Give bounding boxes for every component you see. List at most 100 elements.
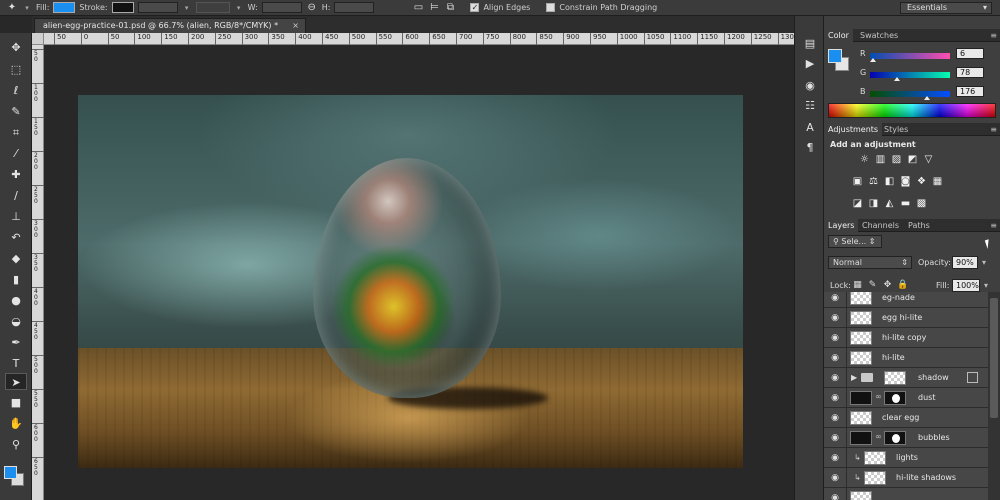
path-arrangement-icon[interactable]: ⧉: [444, 2, 456, 14]
blur-tool-icon[interactable]: ●: [5, 292, 27, 309]
rectangle-tool-icon[interactable]: ■: [5, 394, 27, 411]
layer-row[interactable]: ◉ hi-lite: [824, 348, 988, 368]
channel-mixer-icon[interactable]: ❖: [915, 176, 928, 188]
clone-stamp-tool-icon[interactable]: ⊥: [5, 208, 27, 225]
lock-position-icon[interactable]: ✥: [882, 280, 893, 291]
blend-mode-dropdown[interactable]: Normal ⇕: [828, 256, 912, 269]
gradient-tool-icon[interactable]: ▮: [5, 271, 27, 288]
fill-dropdown-icon[interactable]: ▾: [984, 281, 988, 290]
align-edges-checkbox[interactable]: ✓: [470, 3, 480, 12]
pen-tool-icon[interactable]: ✒: [5, 334, 27, 351]
red-value-field[interactable]: 6: [956, 48, 984, 59]
scrollbar-thumb[interactable]: [990, 298, 998, 418]
red-slider-thumb[interactable]: [870, 58, 876, 62]
fill-swatch[interactable]: [53, 2, 76, 13]
blue-value-field[interactable]: 176: [956, 86, 984, 97]
width-field[interactable]: [261, 2, 302, 13]
move-tool-icon[interactable]: ✥: [5, 39, 27, 56]
layer-group-row[interactable]: ◉ ▶ shadow: [824, 368, 988, 388]
eye-icon[interactable]: ◉: [829, 412, 841, 424]
color-lookup-icon[interactable]: ▦: [931, 176, 944, 188]
color-balance-icon[interactable]: ⚖: [867, 176, 880, 188]
quick-select-tool-icon[interactable]: ✎: [5, 103, 27, 120]
layer-row[interactable]: ◉: [824, 488, 988, 500]
eye-icon[interactable]: ◉: [829, 472, 841, 484]
opacity-dropdown-icon[interactable]: ▾: [982, 258, 986, 267]
path-operations-icon[interactable]: ▭: [412, 2, 424, 14]
photo-filter-icon[interactable]: ◙: [899, 176, 912, 188]
levels-icon[interactable]: ▥: [874, 154, 887, 166]
layer-row[interactable]: ◉ eg-nade: [824, 292, 988, 308]
curves-icon[interactable]: ▨: [890, 154, 903, 166]
eye-icon[interactable]: ◉: [829, 292, 841, 304]
canvas-area[interactable]: [44, 45, 794, 500]
opacity-field[interactable]: 90%: [952, 256, 978, 269]
ruler-origin[interactable]: [32, 33, 44, 45]
posterize-icon[interactable]: ◨: [867, 198, 880, 210]
info-panel-icon[interactable]: ☷: [801, 98, 819, 114]
constrain-path-checkbox[interactable]: [546, 3, 556, 12]
black-white-icon[interactable]: ◧: [883, 176, 896, 188]
layer-row[interactable]: ◉ ↳ hi-lite shadows: [824, 468, 988, 488]
blue-slider-thumb[interactable]: [924, 96, 930, 100]
blue-slider-track[interactable]: [870, 91, 950, 97]
eraser-tool-icon[interactable]: ◆: [5, 250, 27, 267]
tab-swatches[interactable]: Swatches: [856, 29, 902, 42]
layer-row[interactable]: ◉ egg hi-lite: [824, 308, 988, 328]
tab-adjustments[interactable]: Adjustments: [824, 123, 883, 136]
lock-transparent-icon[interactable]: ▦: [852, 280, 863, 291]
fill-field[interactable]: 100%: [952, 279, 980, 292]
hue-saturation-icon[interactable]: ▣: [851, 176, 864, 188]
tab-channels[interactable]: Channels: [858, 219, 903, 232]
zoom-tool-icon[interactable]: ⚲: [5, 436, 27, 453]
panel-menu-icon[interactable]: ≡: [990, 29, 997, 42]
eye-icon[interactable]: ◉: [829, 432, 841, 444]
green-value-field[interactable]: 78: [956, 67, 984, 78]
panel-menu-icon[interactable]: ≡: [990, 123, 997, 136]
layer-filter-dropdown[interactable]: ⚲ Sele... ⇕: [828, 235, 882, 248]
panel-foreground-color[interactable]: [828, 49, 842, 63]
layer-list[interactable]: ◉ eg-nade ◉ egg hi-lite ◉ hi-lite copy ◉…: [824, 292, 988, 500]
horizontal-ruler[interactable]: 50 0 50 100 150 200 250 300 350 400 450 500 550 600 65…: [44, 33, 798, 45]
layer-row[interactable]: ◉ ∞ dust: [824, 388, 988, 408]
green-slider-track[interactable]: [870, 72, 950, 78]
layers-scrollbar[interactable]: [988, 292, 1000, 500]
paragraph-panel-icon[interactable]: ¶: [801, 140, 819, 156]
properties-panel-icon[interactable]: ◉: [801, 78, 819, 94]
eye-icon[interactable]: ◉: [829, 332, 841, 344]
path-alignment-icon[interactable]: ⊨: [428, 2, 440, 14]
vertical-ruler[interactable]: 50 100 150 200 250 300 350 400 450 500 550 600 650: [32, 45, 44, 500]
selective-color-icon[interactable]: ▩: [915, 198, 928, 210]
stroke-swatch[interactable]: [111, 2, 134, 13]
history-panel-icon[interactable]: ▤: [801, 36, 819, 52]
crop-tool-icon[interactable]: ⌗: [5, 124, 27, 141]
stroke-type-dropdown[interactable]: [195, 2, 230, 13]
stroke-type-dropdown-icon[interactable]: ▾: [234, 3, 244, 13]
layer-row[interactable]: ◉ clear egg: [824, 408, 988, 428]
type-tool-icon[interactable]: T: [5, 355, 27, 372]
tab-layers[interactable]: Layers: [824, 219, 859, 232]
character-panel-icon[interactable]: A: [801, 120, 819, 136]
height-field[interactable]: [334, 2, 375, 13]
layer-row[interactable]: ◉ hi-lite copy: [824, 328, 988, 348]
color-spectrum-bar[interactable]: [828, 103, 996, 118]
eye-icon[interactable]: ◉: [829, 492, 841, 500]
stroke-width-field[interactable]: [137, 2, 178, 13]
layer-row[interactable]: ◉ ∞ bubbles: [824, 428, 988, 448]
brush-tool-icon[interactable]: ∕: [5, 187, 27, 204]
lasso-tool-icon[interactable]: ℓ: [5, 82, 27, 99]
eyedropper-tool-icon[interactable]: ⁄: [5, 145, 27, 162]
tab-styles[interactable]: Styles: [880, 123, 912, 136]
gradient-map-icon[interactable]: ▬: [899, 198, 912, 210]
red-slider-track[interactable]: [870, 53, 950, 59]
panel-menu-icon[interactable]: ≡: [990, 219, 997, 232]
invert-icon[interactable]: ◪: [851, 198, 864, 210]
actions-panel-icon[interactable]: ▶: [801, 56, 819, 72]
stroke-width-dropdown-icon[interactable]: ▾: [182, 3, 192, 13]
eye-icon[interactable]: ◉: [829, 452, 841, 464]
healing-brush-tool-icon[interactable]: ✚: [5, 166, 27, 183]
dodge-tool-icon[interactable]: ◒: [5, 313, 27, 330]
eye-icon[interactable]: ◉: [829, 352, 841, 364]
tool-preset-icon[interactable]: ✦: [6, 2, 18, 14]
workspace-dropdown[interactable]: Essentials ▾: [900, 2, 992, 14]
